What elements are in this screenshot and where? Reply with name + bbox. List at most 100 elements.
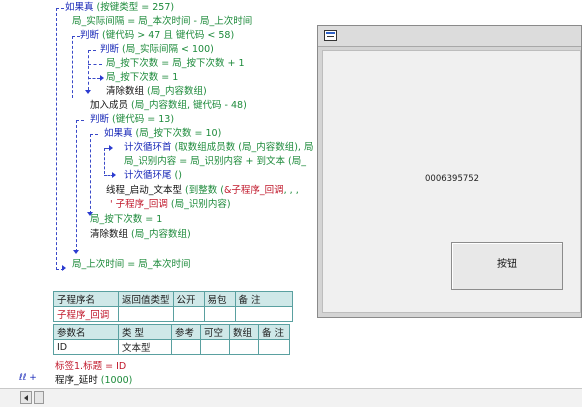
code-line[interactable]: 局_按下次数 = 1 [90,214,162,226]
scroll-thumb[interactable] [34,391,44,404]
code-line[interactable]: 标签1.标题 = ID [55,361,126,373]
flow-arrow-icon [73,250,79,254]
scrollbar-corner [0,388,18,407]
keyword: 判断 [100,44,120,55]
code-line[interactable]: 判断 (键代码 = 13) [90,114,174,126]
condition: (局_按下次数 = 10) [132,128,222,139]
code-line[interactable]: ' 子程序_回调 (局_识别内容) [110,199,231,211]
parameter-table: 参数名 类 型 参考 可空 数组 备 注 ID 文本型 [53,324,290,355]
code-line[interactable]: 清除数组 (局_内容数组) [106,86,207,98]
keyword: 计次循环首 [124,142,172,153]
table-header-cell: 参考 [171,324,201,340]
arguments: (取数组成员数 (局_内容数组), 局 [171,142,314,153]
table-cell[interactable] [258,339,290,355]
flow-line [88,64,102,65]
flow-line [56,8,64,9]
flow-line [76,120,77,252]
table-cell[interactable] [234,306,293,322]
comment-sub: ' 子程序_回调 [110,199,168,210]
function-name: 加入成员 [90,100,129,111]
table-header-cell: 参数名 [53,324,119,340]
arguments: (局_识别内容) [167,199,231,210]
flow-line [90,134,91,214]
code-line[interactable]: 加入成员 (局_内容数组, 键代码 - 48) [90,100,247,112]
window-client-area: 0006395752 按钮 [322,50,581,313]
table-header-cell: 公开 [172,291,205,307]
table-cell[interactable] [203,306,236,322]
flow-arrow-icon [100,75,104,81]
app-window[interactable]: 0006395752 按钮 [317,25,582,318]
keyword: 判断 [90,114,110,125]
horizontal-scrollbar[interactable] [18,388,582,407]
table-cell-sub-name[interactable]: 子程序_回调 [53,306,119,322]
table-cell[interactable]: ID [53,339,119,355]
code-line[interactable]: 计次循环首 (取数组成员数 (局_内容数组), 局 [124,142,313,154]
code-line[interactable]: 判断 (键代码 > 47 且 键代码 < 58) [80,30,234,42]
expression: 局_识别内容 = 局_识别内容 + 到文本 [124,156,285,167]
condition: (键代码 = 13) [109,114,175,125]
table-header-cell: 数组 [229,324,259,340]
function-name: 清除数组 [106,86,145,97]
flow-line [88,78,100,79]
code-line[interactable]: 如果真 (局_按下次数 = 10) [104,128,221,140]
table-cell[interactable] [118,306,174,322]
table-header-cell: 可空 [200,324,230,340]
table-header-cell: 返回值类型 [118,291,174,307]
flow-arrow-icon [85,90,91,94]
flow-line-outer [56,8,57,270]
table-row[interactable]: 子程序_回调 [53,306,293,322]
window-titlebar[interactable] [318,26,581,47]
condition: (键代码 > 47 且 键代码 < 58) [99,30,235,41]
flow-line [104,148,105,174]
editor-gutter [0,0,18,388]
code-line[interactable]: 如果真 (按键类型 = 257) [65,2,174,14]
flow-line [90,134,98,135]
flow-line [88,50,96,51]
arguments: (局_内容数组) [128,229,191,240]
table-header-cell: 子程序名 [53,291,119,307]
arguments: (局_内容数组) [144,86,207,97]
code-line[interactable]: 局_识别内容 = 局_识别内容 + 到文本 (局_ [124,156,306,168]
scroll-left-button[interactable] [20,391,32,404]
keyword: 计次循环尾 [124,170,172,181]
table-cell[interactable]: 文本型 [118,339,172,355]
table-cell[interactable] [229,339,259,355]
flow-arrow-icon [112,172,116,178]
expression-rest: (局_ [285,156,306,167]
arrow-left-icon [24,395,28,401]
arguments: (到整数 ( [182,185,224,196]
arguments-tail: , , , [283,185,299,196]
flow-arrow-icon [62,265,66,271]
code-line[interactable]: 清除数组 (局_内容数组) [90,229,191,241]
table-cell[interactable] [172,306,205,322]
condition: (按键类型 = 257) [93,2,175,13]
flow-arrow-icon [109,145,113,151]
table-cell[interactable] [171,339,201,355]
flow-line [76,120,84,121]
code-line[interactable]: 局_上次时间 = 局_本次时间 [72,259,191,271]
table-header-cell: 类 型 [118,324,172,340]
function-name: 程序_延时 [55,375,98,386]
window-app-icon [324,30,337,41]
code-line[interactable]: 判断 (局_实际间隔 < 100) [100,44,214,56]
subroutine-table: 子程序名 返回值类型 公开 易包 备 注 子程序_回调 [53,291,293,322]
code-line[interactable]: 计次循环尾 () [124,170,182,182]
flow-line [72,36,73,98]
code-line[interactable]: 局_按下次数 = 1 [106,72,178,84]
arguments: (1000) [97,375,133,386]
keyword: 判断 [80,30,100,41]
code-line[interactable]: 程序_延时 (1000) [55,375,132,387]
table-row[interactable]: ID 文本型 [53,339,290,355]
arguments: () [171,170,182,181]
action-button[interactable]: 按钮 [451,242,563,290]
sub-reference: &子程序_回调 [223,185,284,196]
code-line[interactable]: 局_按下次数 = 局_按下次数 + 1 [106,58,245,70]
flow-line [72,36,80,37]
code-line[interactable]: 线程_启动_文本型 (到整数 (&子程序_回调, , , [106,185,299,197]
code-line[interactable]: 局_实际间隔 = 局_本次时间 - 局_上次时间 [72,16,252,28]
keyword: 如果真 [104,128,133,139]
table-header-cell: 备 注 [258,324,290,340]
table-header-row: 子程序名 返回值类型 公开 易包 备 注 [53,291,293,307]
function-name: 线程_启动_文本型 [106,185,183,196]
table-cell[interactable] [200,339,230,355]
